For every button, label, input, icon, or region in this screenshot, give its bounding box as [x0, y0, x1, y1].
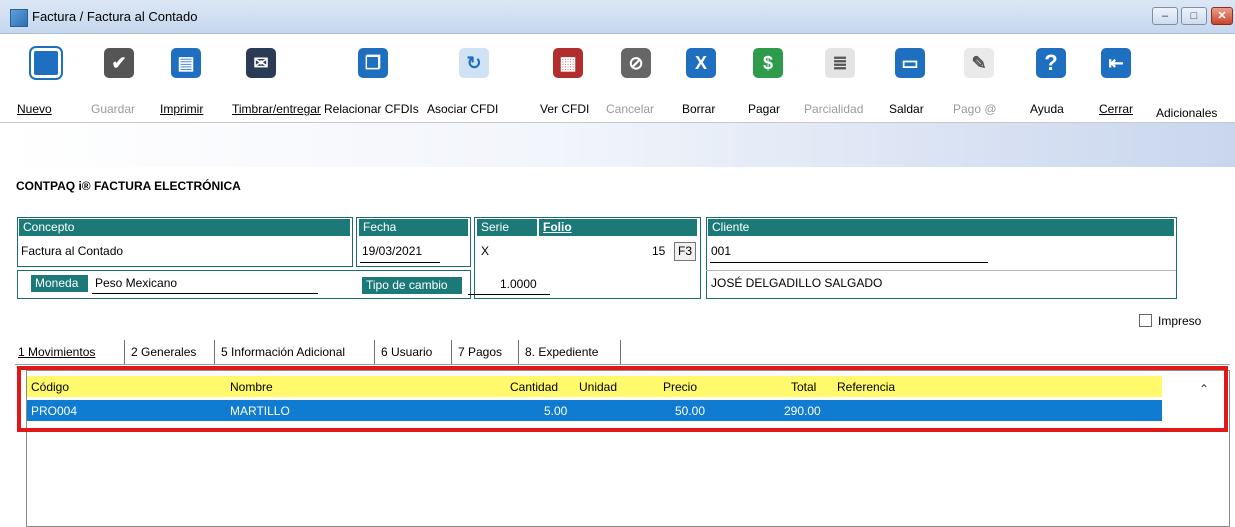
- toolbar-button-cancelar[interactable]: ⊘ Cancelar: [604, 34, 662, 122]
- toolbar-label: Saldar: [889, 102, 924, 116]
- new-doc-icon: [31, 48, 61, 78]
- toolbar-button-pagar[interactable]: $ Pagar: [746, 34, 790, 122]
- toolbar-button-saldar[interactable]: ▭ Saldar: [886, 34, 936, 122]
- f3-button[interactable]: F3: [674, 242, 696, 261]
- moneda-underline: [92, 293, 318, 294]
- view-cfdi-icon: ▦: [553, 48, 583, 78]
- tab-separator: [451, 340, 452, 364]
- cliente-underline: [710, 262, 988, 263]
- toolbar-button-ayuda[interactable]: ? Ayuda: [1028, 34, 1072, 122]
- cliente-divider: [706, 270, 1176, 271]
- cliente-label: Cliente: [708, 219, 1174, 236]
- toolbar-label: Asociar CFDI: [427, 102, 499, 116]
- toolbar-label: Timbrar/entregar: [232, 102, 321, 116]
- delete-x-icon: X: [686, 48, 716, 78]
- tipo-cambio-field[interactable]: 1.0000: [500, 277, 537, 291]
- fecha-underline: [360, 262, 440, 263]
- tab-generales[interactable]: 2 Generales: [131, 342, 196, 362]
- toolbar-label: Relacionar CFDIs: [324, 102, 419, 116]
- tab-baseline: [15, 364, 1230, 365]
- tab-informacion-adicional[interactable]: 5 Información Adicional: [221, 342, 345, 362]
- adicionales-menu[interactable]: Adicionales: [1154, 34, 1234, 122]
- tab-separator: [374, 340, 375, 364]
- toolbar-label: Cancelar: [606, 102, 655, 116]
- toolbar-button-asociar[interactable]: ↻ Asociar CFDI: [425, 34, 503, 122]
- payment-online-icon: ✎: [964, 48, 994, 78]
- associate-icon: ↻: [459, 48, 489, 78]
- adicionales-label: Adicionales: [1156, 106, 1218, 120]
- tab-separator: [620, 340, 621, 364]
- toolbar-button-pago-online[interactable]: ✎ Pago @: [952, 34, 1002, 122]
- fecha-field[interactable]: 19/03/2021: [362, 244, 422, 258]
- settle-icon: ▭: [895, 48, 925, 78]
- toolbar-button-timbrar[interactable]: ✉ Timbrar/entregar: [231, 34, 323, 122]
- tab-separator: [518, 340, 519, 364]
- highlight-box: [17, 366, 1228, 432]
- cliente-code-field[interactable]: 001: [711, 244, 731, 258]
- toolbar-button-borrar[interactable]: X Borrar: [676, 34, 726, 122]
- moneda-label: Moneda: [31, 275, 88, 292]
- partial-icon: ≣: [825, 48, 855, 78]
- folio-label: Folio: [539, 219, 697, 236]
- stamp-icon: ✉: [246, 48, 276, 78]
- close-button[interactable]: ✕: [1211, 7, 1233, 25]
- app-icon: [10, 9, 28, 27]
- moneda-field[interactable]: Peso Mexicano: [95, 276, 177, 290]
- toolbar-label: Nuevo: [17, 102, 52, 116]
- toolbar: Nuevo ✔ Guardar ▤ Imprimir ✉ Timbrar/ent…: [0, 34, 1235, 122]
- impreso-checkbox[interactable]: [1139, 314, 1152, 327]
- impreso-label: Impreso: [1158, 314, 1202, 328]
- toolbar-button-nuevo[interactable]: Nuevo: [14, 34, 66, 122]
- checkmark-icon: ✔: [104, 48, 134, 78]
- minimize-button[interactable]: –: [1152, 7, 1178, 25]
- exit-door-icon: ⇤: [1101, 48, 1131, 78]
- tab-pagos[interactable]: 7 Pagos: [458, 342, 502, 362]
- fecha-label: Fecha: [359, 219, 468, 236]
- folio-field[interactable]: 15: [652, 244, 665, 258]
- app-heading: CONTPAQ i® FACTURA ELECTRÓNICA: [16, 179, 241, 193]
- help-icon: ?: [1036, 48, 1066, 78]
- toolbar-label: Ayuda: [1030, 102, 1064, 116]
- toolbar-label: Parcialidad: [804, 102, 864, 116]
- toolbar-label: Borrar: [682, 102, 716, 116]
- tab-expediente[interactable]: 8. Expediente: [525, 342, 598, 362]
- related-docs-icon: ❐: [358, 48, 388, 78]
- toolbar-label: Pago @: [953, 102, 997, 116]
- toolbar-label: Ver CFDI: [540, 102, 590, 116]
- pay-icon: $: [753, 48, 783, 78]
- maximize-button[interactable]: □: [1181, 7, 1207, 25]
- serie-label: Serie: [477, 219, 537, 236]
- banner-band: [0, 123, 1235, 167]
- toolbar-button-imprimir[interactable]: ▤ Imprimir: [157, 34, 213, 122]
- toolbar-button-parcialidad[interactable]: ≣ Parcialidad: [804, 34, 878, 122]
- cancel-icon: ⊘: [621, 48, 651, 78]
- toolbar-button-ver-cfdi[interactable]: ▦ Ver CFDI: [540, 34, 598, 122]
- tab-separator: [214, 340, 215, 364]
- toolbar-button-relacionar[interactable]: ❐ Relacionar CFDIs: [322, 34, 422, 122]
- serie-field[interactable]: X: [481, 244, 489, 258]
- tab-usuario[interactable]: 6 Usuario: [381, 342, 432, 362]
- tipo-cambio-label: Tipo de cambio: [362, 277, 462, 294]
- tab-separator: [124, 340, 125, 364]
- concepto-field[interactable]: Factura al Contado: [21, 244, 123, 258]
- toolbar-label: Pagar: [748, 102, 781, 116]
- toolbar-button-cerrar[interactable]: ⇤ Cerrar: [1096, 34, 1136, 122]
- toolbar-label: Guardar: [91, 102, 136, 116]
- window-title: Factura / Factura al Contado: [32, 9, 198, 24]
- printer-icon: ▤: [171, 48, 201, 78]
- toolbar-button-guardar[interactable]: ✔ Guardar: [88, 34, 148, 122]
- tipo-cambio-underline: [468, 294, 550, 295]
- toolbar-label: Imprimir: [160, 102, 204, 116]
- toolbar-label: Cerrar: [1099, 102, 1134, 116]
- concepto-label: Concepto: [19, 219, 350, 236]
- tab-movimientos[interactable]: 1 Movimientos: [18, 342, 95, 362]
- cliente-name-field[interactable]: JOSÉ DELGADILLO SALGADO: [711, 276, 882, 290]
